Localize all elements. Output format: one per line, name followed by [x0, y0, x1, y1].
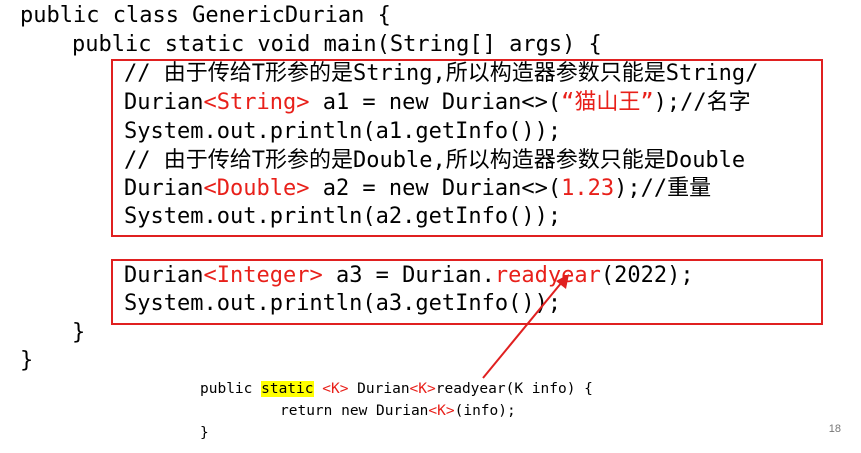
page-number: 18 [828, 423, 841, 435]
pointer-arrow [482, 274, 569, 379]
